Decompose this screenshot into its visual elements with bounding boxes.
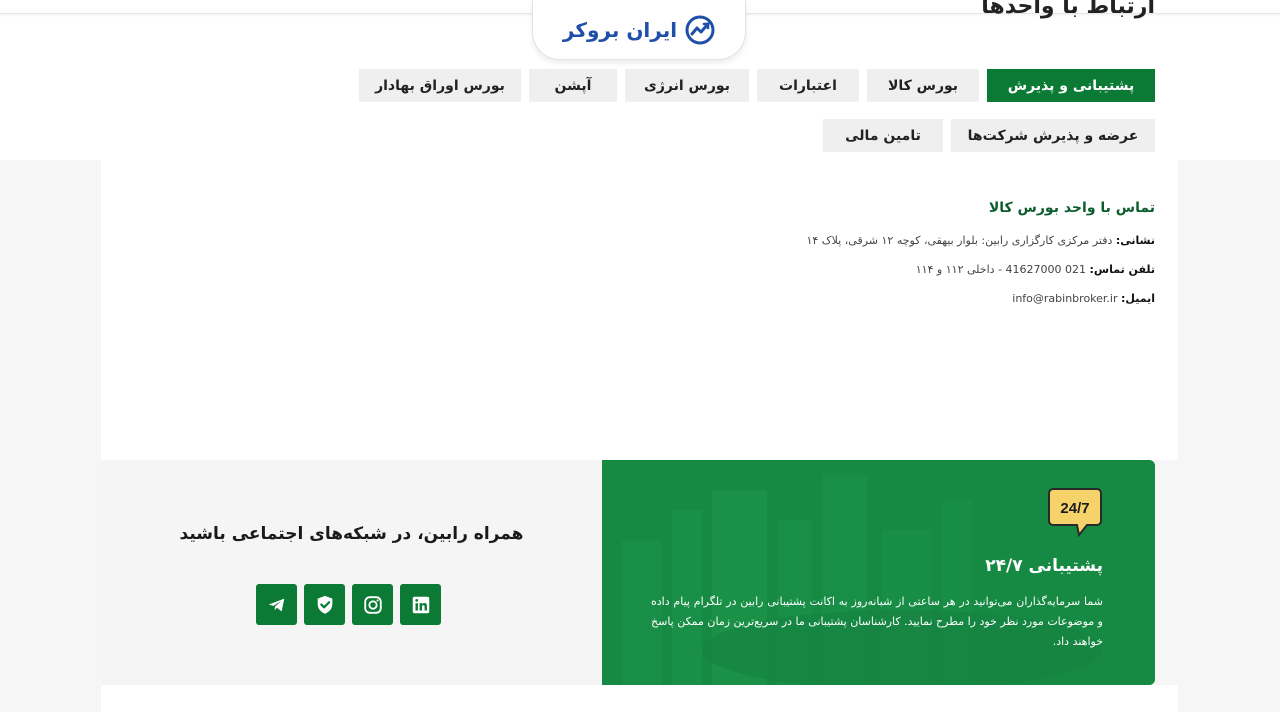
phone-label: تلفن تماس: bbox=[1089, 263, 1155, 276]
support-title: پشتیبانی ۲۴/۷ bbox=[985, 556, 1103, 576]
tab-commodity-exchange[interactable]: بورس کالا bbox=[867, 69, 979, 102]
shield-check-icon bbox=[317, 595, 332, 614]
instagram-button[interactable] bbox=[352, 584, 393, 625]
social-links bbox=[256, 584, 441, 625]
page-heading: ارتباط با واحدها bbox=[981, 0, 1155, 19]
tab-label: اعتبارات bbox=[779, 77, 837, 94]
tab-label: بورس اوراق بهادار bbox=[375, 77, 505, 94]
linkedin-icon bbox=[412, 596, 429, 613]
email-label: ایمیل: bbox=[1121, 292, 1155, 305]
phone-value[interactable]: 021 41627000 - داخلی ۱۱۲ و ۱۱۴ bbox=[916, 263, 1086, 276]
tab-label: آپشن bbox=[554, 77, 592, 94]
email-value[interactable]: info@rabinbroker.ir bbox=[1012, 292, 1117, 305]
tab-label: بورس انرژی bbox=[644, 77, 730, 94]
phone-line: تلفن تماس: 021 41627000 - داخلی ۱۱۲ و ۱۱… bbox=[555, 263, 1155, 276]
telegram-icon bbox=[268, 598, 284, 611]
trend-chart-icon bbox=[685, 15, 715, 44]
tab-label: بورس کالا bbox=[887, 77, 959, 94]
address-line: نشانی: دفتر مرکزی کارگزاری رابین: بلوار … bbox=[555, 234, 1155, 247]
tab-support[interactable]: پشتیبانی و پذیرش bbox=[987, 69, 1155, 102]
telegram-button[interactable] bbox=[256, 584, 297, 625]
unit-tabs: پشتیبانی و پذیرش بورس کالا اعتبارات بورس… bbox=[149, 69, 1155, 152]
brand-logo[interactable]: ایران بروکر bbox=[532, 0, 746, 60]
tab-label: تامین مالی bbox=[845, 127, 921, 144]
social-title: همراه رابین، در شبکه‌های اجتماعی باشید bbox=[179, 524, 524, 544]
linkedin-button[interactable] bbox=[400, 584, 441, 625]
support-card: 24/7 پشتیبانی ۲۴/۷ شما سرمایه‌گذاران می‌… bbox=[602, 460, 1155, 685]
tab-securities-exchange[interactable]: بورس اوراق بهادار bbox=[359, 69, 521, 102]
address-value: دفتر مرکزی کارگزاری رابین: بلوار بیهقی، … bbox=[806, 234, 1113, 247]
shield-button[interactable] bbox=[304, 584, 345, 625]
email-line: ایمیل: info@rabinbroker.ir bbox=[555, 292, 1155, 305]
page-bottom bbox=[101, 685, 1178, 712]
support-badge: 24/7 bbox=[1060, 500, 1090, 517]
social-section: همراه رابین، در شبکه‌های اجتماعی باشید bbox=[101, 460, 602, 685]
tab-label: عرضه و پذیرش شرکت‌ها bbox=[967, 127, 1139, 144]
tab-option[interactable]: آپشن bbox=[529, 69, 617, 102]
tab-credits[interactable]: اعتبارات bbox=[757, 69, 859, 102]
tab-energy-exchange[interactable]: بورس انرژی bbox=[625, 69, 749, 102]
support-description: شما سرمایه‌گذاران می‌توانید در هر ساعتی … bbox=[651, 595, 1103, 648]
instagram-icon bbox=[363, 595, 382, 614]
address-label: نشانی: bbox=[1115, 234, 1155, 247]
tab-financing[interactable]: تامین مالی bbox=[823, 119, 943, 152]
contact-title: تماس با واحد بورس کالا bbox=[988, 200, 1155, 216]
logo-text: ایران بروکر bbox=[562, 17, 678, 42]
contact-info: تماس با واحد بورس کالا نشانی: دفتر مرکزی… bbox=[555, 200, 1155, 321]
tab-label: پشتیبانی و پذیرش bbox=[1007, 77, 1135, 94]
tab-company-listing[interactable]: عرضه و پذیرش شرکت‌ها bbox=[951, 119, 1155, 152]
